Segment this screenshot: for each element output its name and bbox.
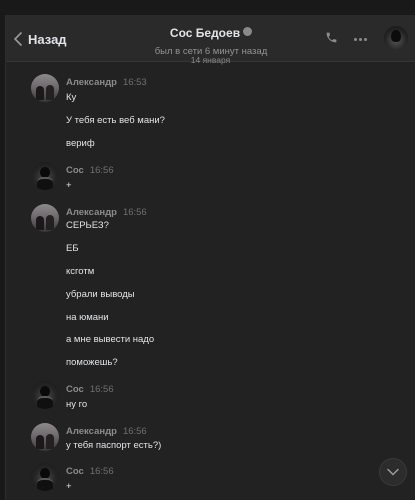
message-meta: Александр 16:56 bbox=[66, 426, 147, 437]
message-time: 16:56 bbox=[122, 207, 147, 218]
back-label: Назад bbox=[28, 31, 67, 47]
chat-name: Сос Бедоев bbox=[169, 26, 241, 40]
more-icon[interactable] bbox=[354, 38, 367, 41]
avatar[interactable] bbox=[384, 26, 408, 50]
message-meta: Сос 16:56 bbox=[66, 384, 114, 395]
message-author[interactable]: Александр bbox=[66, 426, 117, 437]
message-time: 16:56 bbox=[122, 426, 147, 437]
verified-icon bbox=[243, 27, 253, 37]
message-author[interactable]: Александр bbox=[66, 77, 117, 88]
message-time: 16:56 bbox=[89, 384, 114, 395]
back-button[interactable]: Назад bbox=[14, 29, 67, 49]
scroll-down-button[interactable] bbox=[379, 458, 407, 486]
phone-icon[interactable] bbox=[325, 31, 338, 44]
chat-title[interactable]: Сос Бедоев был в сети 6 минут назад bbox=[116, 24, 306, 57]
message-text: убрали выводы bbox=[66, 289, 135, 300]
message-author[interactable]: Сос bbox=[66, 384, 84, 395]
avatar[interactable] bbox=[31, 74, 59, 102]
message-author[interactable]: Сос bbox=[66, 466, 84, 477]
message-time: 16:53 bbox=[122, 77, 147, 88]
message-text: ЕБ bbox=[66, 243, 79, 254]
avatar[interactable] bbox=[31, 381, 59, 409]
message-meta: Сос 16:56 bbox=[66, 165, 114, 176]
message-meta: Сос 16:56 bbox=[66, 466, 114, 477]
message-time: 16:56 bbox=[89, 165, 114, 176]
chat-panel: Назад Сос Бедоев был в сети 6 минут наза… bbox=[5, 15, 415, 500]
chevron-down-icon bbox=[387, 468, 399, 476]
message-text: а мне вывести надо bbox=[66, 334, 155, 345]
message-text: на юмани bbox=[66, 312, 109, 323]
message-text: поможешь? bbox=[66, 357, 118, 368]
message-text: + bbox=[66, 180, 72, 191]
message-author[interactable]: Александр bbox=[66, 207, 117, 218]
message-text: у тебя паспорт есть?) bbox=[66, 440, 162, 451]
message-meta: Александр 16:53 bbox=[66, 77, 147, 88]
message-text: ксготм bbox=[66, 266, 95, 277]
message-text: У тебя есть веб мани? bbox=[66, 115, 165, 126]
avatar[interactable] bbox=[31, 162, 59, 190]
avatar[interactable] bbox=[31, 423, 59, 451]
avatar[interactable] bbox=[31, 463, 59, 491]
date-separator: 14 января bbox=[190, 55, 231, 65]
message-text: ну го bbox=[66, 399, 88, 410]
message-text: вериф bbox=[66, 138, 95, 149]
message-text: Ку bbox=[66, 92, 77, 103]
message-time: 16:56 bbox=[89, 466, 114, 477]
message-text: + bbox=[66, 481, 72, 492]
message-author[interactable]: Сос bbox=[66, 165, 84, 176]
avatar[interactable] bbox=[31, 204, 59, 232]
message-meta: Александр 16:56 bbox=[66, 207, 147, 218]
message-text: СЕРЬЕЗ? bbox=[66, 220, 109, 231]
chevron-left-icon bbox=[14, 32, 22, 46]
